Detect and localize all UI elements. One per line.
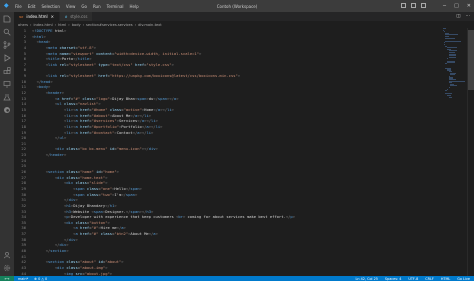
menu-item-run[interactable]: Run [93, 4, 101, 9]
menu-item-file[interactable]: File [15, 4, 22, 9]
minimap-line [445, 90, 448, 92]
window-controls: ─ □ ✕ [443, 0, 471, 12]
scrollbar-thumb[interactable] [468, 30, 474, 90]
breadcrumb-separator-icon: › [54, 22, 57, 27]
close-window-icon[interactable]: ✕ [467, 3, 471, 9]
breadcrumb-item[interactable]: body [72, 23, 81, 27]
minimap-line [445, 63, 447, 65]
manage-gear-icon[interactable] [0, 261, 14, 274]
toggle-secondary-sidebar-icon[interactable] [421, 3, 426, 8]
minimap-line [445, 40, 461, 42]
menu-bar: File Edit Selection View Go Run Terminal Help [15, 4, 139, 9]
extensions-icon[interactable] [0, 64, 14, 77]
close-tab-icon[interactable]: × [51, 14, 54, 19]
minimize-icon[interactable]: ─ [443, 3, 446, 9]
breadcrumb-item[interactable]: section#services.services [86, 23, 133, 27]
status-item[interactable]: UTF-8 [408, 277, 418, 281]
status-item[interactable]: Spaces: 4 [385, 277, 401, 281]
minimap-line [448, 86, 450, 89]
breadcrumb-separator-icon: › [68, 22, 70, 27]
breadcrumb-item[interactable]: div.main-text [138, 23, 162, 27]
css-file-icon: # [65, 14, 68, 19]
accounts-icon[interactable] [0, 248, 14, 261]
code-text: </ul> [54, 135, 67, 141]
toggle-sidebar-icon[interactable] [401, 3, 406, 8]
editor-actions: ◫ ⋯ [456, 12, 470, 21]
tab-index-html[interactable]: <> index.html × [14, 12, 61, 21]
breadcrumb-separator-icon: › [134, 22, 137, 27]
html-file-icon: <> [19, 14, 24, 19]
menu-item-go[interactable]: Go [81, 4, 87, 9]
breadcrumb-item[interactable]: html [58, 23, 66, 27]
minimap-line [445, 37, 456, 39]
minimap-line [448, 56, 456, 58]
split-editor-icon[interactable]: ◫ [456, 14, 460, 19]
code-text: <link rel="stylesheet" type="text/css" h… [45, 61, 174, 67]
minimap-line [447, 61, 456, 63]
title-bar: ◆ File Edit Selection View Go Run Terminal Help… [0, 0, 474, 12]
edge-devtools-icon[interactable] [0, 103, 14, 116]
source-control-icon[interactable] [0, 38, 14, 51]
tab-style-css[interactable]: # style.css [60, 12, 94, 21]
status-bar: ⟷ main* ⊗ 0 △ 0 Ln 42, Col 25 Spaces: 4 UTF… [0, 276, 474, 281]
code-text: <link rel="stylesheet" href="https://unp… [45, 73, 241, 79]
minimap-line [450, 74, 456, 76]
tab-label: style.css [70, 14, 88, 19]
breadcrumb-item[interactable]: ohers [18, 23, 28, 27]
breadcrumb-separator-icon: › [82, 22, 85, 27]
activity-bar [0, 12, 14, 276]
code-text: </section> [45, 247, 69, 253]
breadcrumb-separator-icon: › [30, 22, 32, 27]
tab-label: index.html [26, 14, 48, 19]
vscode-logo-icon: ◆ [4, 2, 9, 9]
run-debug-icon[interactable] [0, 51, 14, 64]
explorer-icon[interactable] [0, 12, 14, 25]
maximize-icon[interactable]: □ [454, 3, 459, 9]
remote-indicator-icon[interactable]: ⟷ [0, 276, 14, 281]
code-editor[interactable]: 1 <!DOCTYPE html> 2 <html> 3 <head> 4 <meta c… [14, 28, 442, 276]
menu-item-selection[interactable]: Selection [41, 4, 59, 9]
menu-item-view[interactable]: View [66, 4, 76, 9]
menu-item-terminal[interactable]: Terminal [107, 4, 124, 9]
breadcrumb-item[interactable]: index.html [33, 23, 52, 27]
minimap-line [447, 58, 448, 60]
remote-explorer-icon[interactable] [0, 77, 14, 90]
status-item[interactable]: Ln 42, Col 25 [356, 277, 378, 281]
toggle-panel-icon[interactable] [411, 3, 416, 8]
status-item[interactable]: ⊗ 0 △ 0 [34, 277, 47, 281]
breadcrumb: ohers › index.html › html › body › section#servi… [14, 21, 474, 28]
minimap-line [450, 85, 457, 87]
status-item[interactable]: Go Live [457, 277, 470, 281]
status-item[interactable]: CRLF [425, 277, 434, 281]
menu-item-help[interactable]: Help [130, 4, 139, 9]
status-item[interactable]: main* [18, 277, 28, 281]
menu-item-edit[interactable]: Edit [28, 4, 36, 9]
testing-icon[interactable] [0, 90, 14, 103]
editor-tabs: <> index.html × # style.css ◫ ⋯ [14, 12, 474, 21]
layout-controls [401, 3, 426, 8]
minimap[interactable] [443, 28, 467, 276]
editor-scrollbar[interactable] [467, 28, 474, 276]
more-actions-icon[interactable]: ⋯ [466, 14, 471, 19]
status-item[interactable]: HTML [441, 277, 450, 281]
minimap-line [448, 96, 453, 98]
code-text: </header> [45, 152, 67, 158]
search-icon[interactable] [0, 25, 14, 38]
